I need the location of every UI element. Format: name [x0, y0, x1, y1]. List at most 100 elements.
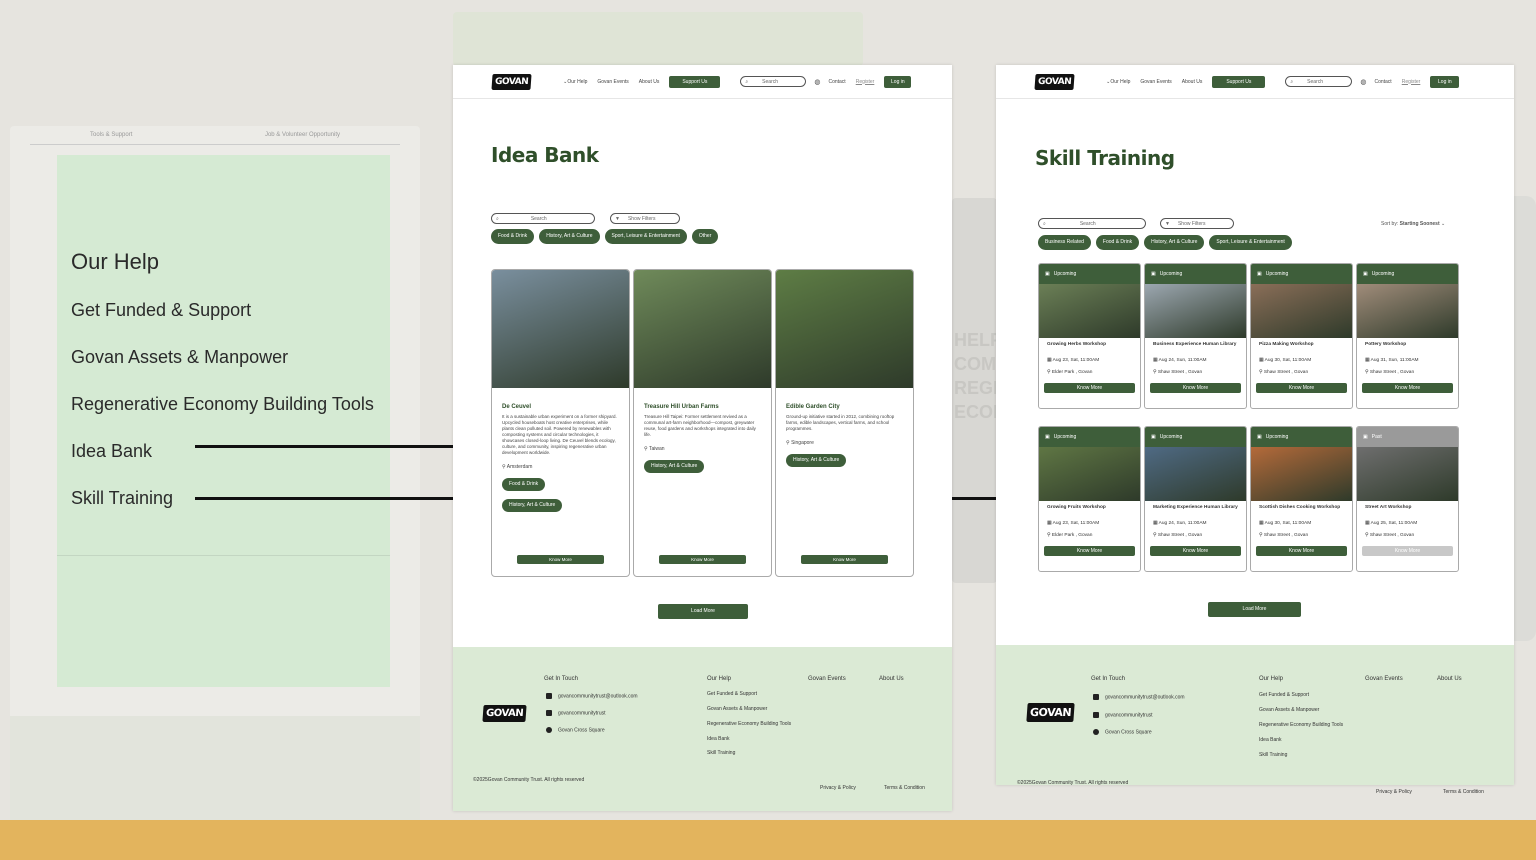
- nav-register[interactable]: Register: [856, 79, 875, 85]
- nav-contact[interactable]: Contact: [1374, 79, 1391, 85]
- footer-link[interactable]: Govan Assets & Manpower: [1259, 707, 1319, 713]
- bottom-band: [0, 820, 1536, 860]
- workshop-card: ▣ Upcoming Growing Fruits Workshop ▦ Aug 23…: [1038, 426, 1141, 572]
- search-input[interactable]: ⌕ Search: [1038, 218, 1146, 229]
- nav-register[interactable]: Register: [1402, 79, 1421, 85]
- instagram-icon: [1093, 712, 1099, 718]
- help-item-skill-training[interactable]: Skill Training: [71, 488, 173, 509]
- know-more-button[interactable]: Know More: [659, 555, 746, 564]
- nav-our-help[interactable]: ⌄Our Help: [563, 79, 587, 85]
- footer-link[interactable]: Idea Bank: [1259, 737, 1282, 743]
- nav-govan-events[interactable]: Govan Events: [1140, 79, 1171, 85]
- know-more-button[interactable]: Know More: [801, 555, 888, 564]
- govan-logo[interactable]: GOVAN: [1034, 73, 1075, 90]
- nav-contact[interactable]: Contact: [828, 79, 845, 85]
- footer-govan-events[interactable]: Govan Events: [808, 676, 846, 682]
- privacy-link[interactable]: Privacy & Policy: [1376, 789, 1412, 795]
- filter-chip[interactable]: History, Art & Culture: [1144, 235, 1205, 250]
- workshop-title: Pottery Workshop: [1365, 342, 1407, 347]
- footer-about-us[interactable]: About Us: [1437, 676, 1462, 682]
- footer-link[interactable]: Regenerative Economy Building Tools: [1259, 722, 1343, 728]
- know-more-button[interactable]: Know More: [1150, 546, 1241, 556]
- footer-link[interactable]: Get Funded & Support: [707, 691, 757, 697]
- idea-card-tag[interactable]: History, Art & Culture: [644, 460, 705, 473]
- support-us-button[interactable]: Support Us: [1212, 75, 1266, 88]
- know-more-button[interactable]: Know More: [1044, 383, 1135, 393]
- support-us-button[interactable]: Support Us: [669, 75, 721, 88]
- workshop-image: [1251, 447, 1352, 501]
- calendar-icon: ▦: [1047, 358, 1052, 363]
- load-more-button[interactable]: Load More: [658, 604, 748, 619]
- footer-link[interactable]: Idea Bank: [707, 736, 730, 742]
- sort-dropdown[interactable]: Sort by: Starting Soonest ⌄: [1381, 221, 1445, 227]
- footer-link[interactable]: Skill Training: [1259, 752, 1287, 758]
- help-item-get-funded[interactable]: Get Funded & Support: [71, 300, 251, 321]
- filter-chip[interactable]: Sport, Leisure & Entertainment: [1209, 235, 1292, 250]
- footer-govan-logo[interactable]: GOVAN: [482, 705, 527, 722]
- background-page-ghost: HELP COM REGE ECOI: [952, 198, 1005, 583]
- show-filters-button[interactable]: ▼ Show Filters: [1160, 218, 1234, 229]
- footer-link[interactable]: Govan Assets & Manpower: [707, 706, 767, 712]
- idea-card-title: Treasure Hill Urban Farms: [644, 404, 719, 410]
- footer-email[interactable]: govancommunitytrust@outlook.com: [1093, 694, 1185, 700]
- footer-link[interactable]: Get Funded & Support: [1259, 692, 1309, 698]
- privacy-link[interactable]: Privacy & Policy: [820, 785, 856, 791]
- footer-about-us[interactable]: About Us: [879, 676, 904, 682]
- login-button[interactable]: Log in: [884, 75, 912, 88]
- filter-chip[interactable]: Food & Drink: [491, 229, 535, 244]
- workshop-status: Upcoming: [1053, 271, 1077, 277]
- ghost-tab: Tools & Support: [90, 132, 133, 138]
- workshop-status: Upcoming: [1159, 271, 1183, 277]
- footer-link[interactable]: Skill Training: [707, 750, 735, 756]
- know-more-button[interactable]: Know More: [1256, 383, 1347, 393]
- email-label: govancommunitytrust@outlook.com: [558, 693, 638, 700]
- nav-about-us[interactable]: About Us: [1182, 79, 1203, 85]
- workshop-date: ▦ Aug 30, Sat, 11:00AM: [1259, 358, 1352, 368]
- nav-about-us[interactable]: About Us: [639, 79, 660, 85]
- govan-logo[interactable]: GOVAN: [491, 73, 532, 90]
- terms-link[interactable]: Terms & Condition: [1443, 789, 1484, 795]
- globe-icon[interactable]: ◍: [814, 78, 820, 86]
- filter-chip[interactable]: Sport, Leisure & Entertainment: [604, 229, 687, 244]
- footer-our-help: Our Help: [1259, 676, 1284, 682]
- filter-chip[interactable]: Food & Drink: [1095, 235, 1140, 250]
- idea-card-tag[interactable]: Food & Drink: [502, 478, 546, 491]
- know-more-button[interactable]: Know More: [1362, 383, 1453, 393]
- instagram-icon: [546, 710, 552, 716]
- know-more-button[interactable]: Know More: [1362, 546, 1453, 556]
- login-button[interactable]: Log in: [1430, 75, 1460, 88]
- filter-chip[interactable]: Other: [691, 229, 719, 244]
- know-more-button[interactable]: Know More: [1044, 546, 1135, 556]
- footer-instagram[interactable]: govancommunitytrust: [546, 710, 606, 716]
- idea-card-tag[interactable]: History, Art & Culture: [502, 499, 563, 512]
- terms-link[interactable]: Terms & Condition: [884, 785, 925, 791]
- globe-icon[interactable]: ◍: [1360, 78, 1366, 86]
- filter-chip[interactable]: Business Related: [1038, 235, 1091, 250]
- know-more-button[interactable]: Know More: [1150, 383, 1241, 393]
- footer-govan-logo[interactable]: GOVAN: [1026, 703, 1075, 722]
- filter-chip[interactable]: History, Art & Culture: [539, 229, 600, 244]
- nav-govan-events[interactable]: Govan Events: [597, 79, 628, 85]
- search-input[interactable]: ⌕ Search: [740, 76, 807, 87]
- location-pin-icon: ⚲: [1259, 533, 1263, 538]
- workshop-card: ▣ Upcoming Growing Herbs Workshop ▦ Aug 23,…: [1038, 263, 1141, 409]
- footer-link[interactable]: Regenerative Economy Building Tools: [707, 721, 791, 727]
- help-item-govan-assets[interactable]: Govan Assets & Manpower: [71, 347, 288, 368]
- know-more-button[interactable]: Know More: [1256, 546, 1347, 556]
- workshop-title: Growing Fruits Workshop: [1047, 505, 1106, 510]
- workshop-status: Upcoming: [1371, 271, 1395, 277]
- idea-card-description: It is a sustainable urban experiment on …: [502, 414, 617, 455]
- search-input[interactable]: ⌕ Search: [1285, 76, 1353, 87]
- search-input[interactable]: ⌕ Search: [491, 213, 595, 224]
- know-more-button[interactable]: Know More: [517, 555, 604, 564]
- load-more-button[interactable]: Load More: [1208, 602, 1301, 617]
- help-item-idea-bank[interactable]: Idea Bank: [71, 441, 152, 462]
- footer-email[interactable]: govancommunitytrust@outlook.com: [546, 693, 638, 699]
- help-item-regenerative-tools[interactable]: Regenerative Economy Building Tools: [71, 394, 374, 415]
- nav-our-help[interactable]: ⌄Our Help: [1106, 79, 1130, 85]
- show-filters-button[interactable]: ▼ Show Filters: [610, 213, 680, 224]
- footer-instagram[interactable]: govancommunitytrust: [1093, 712, 1153, 718]
- footer-govan-events[interactable]: Govan Events: [1365, 676, 1403, 682]
- idea-card-tag[interactable]: History, Art & Culture: [786, 454, 847, 467]
- workshop-status: Past: [1371, 434, 1382, 440]
